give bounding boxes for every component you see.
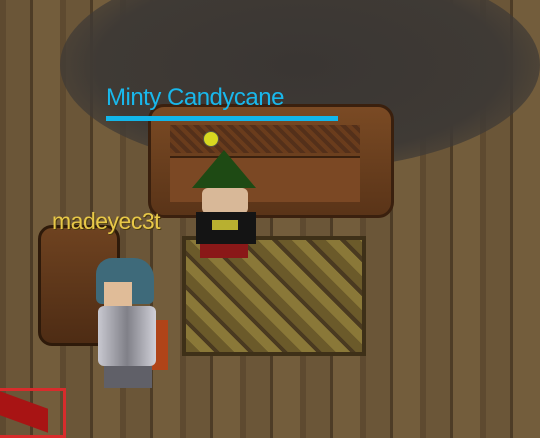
player-legs [104,366,152,388]
npc-name-underline [106,116,338,121]
player-name-label: madeyec3t [52,208,161,234]
npc-face[interactable] [202,188,248,214]
npc-shirt-logo [212,220,238,230]
npc-legs [200,244,248,258]
selection-frame [0,388,66,438]
hat-bell-icon [203,131,219,147]
player-face[interactable] [104,282,132,306]
sofa-back [170,125,360,153]
player-armor[interactable] [98,306,156,366]
npc-hat [192,150,256,188]
npc-name-label: Minty Candycane [106,84,284,111]
